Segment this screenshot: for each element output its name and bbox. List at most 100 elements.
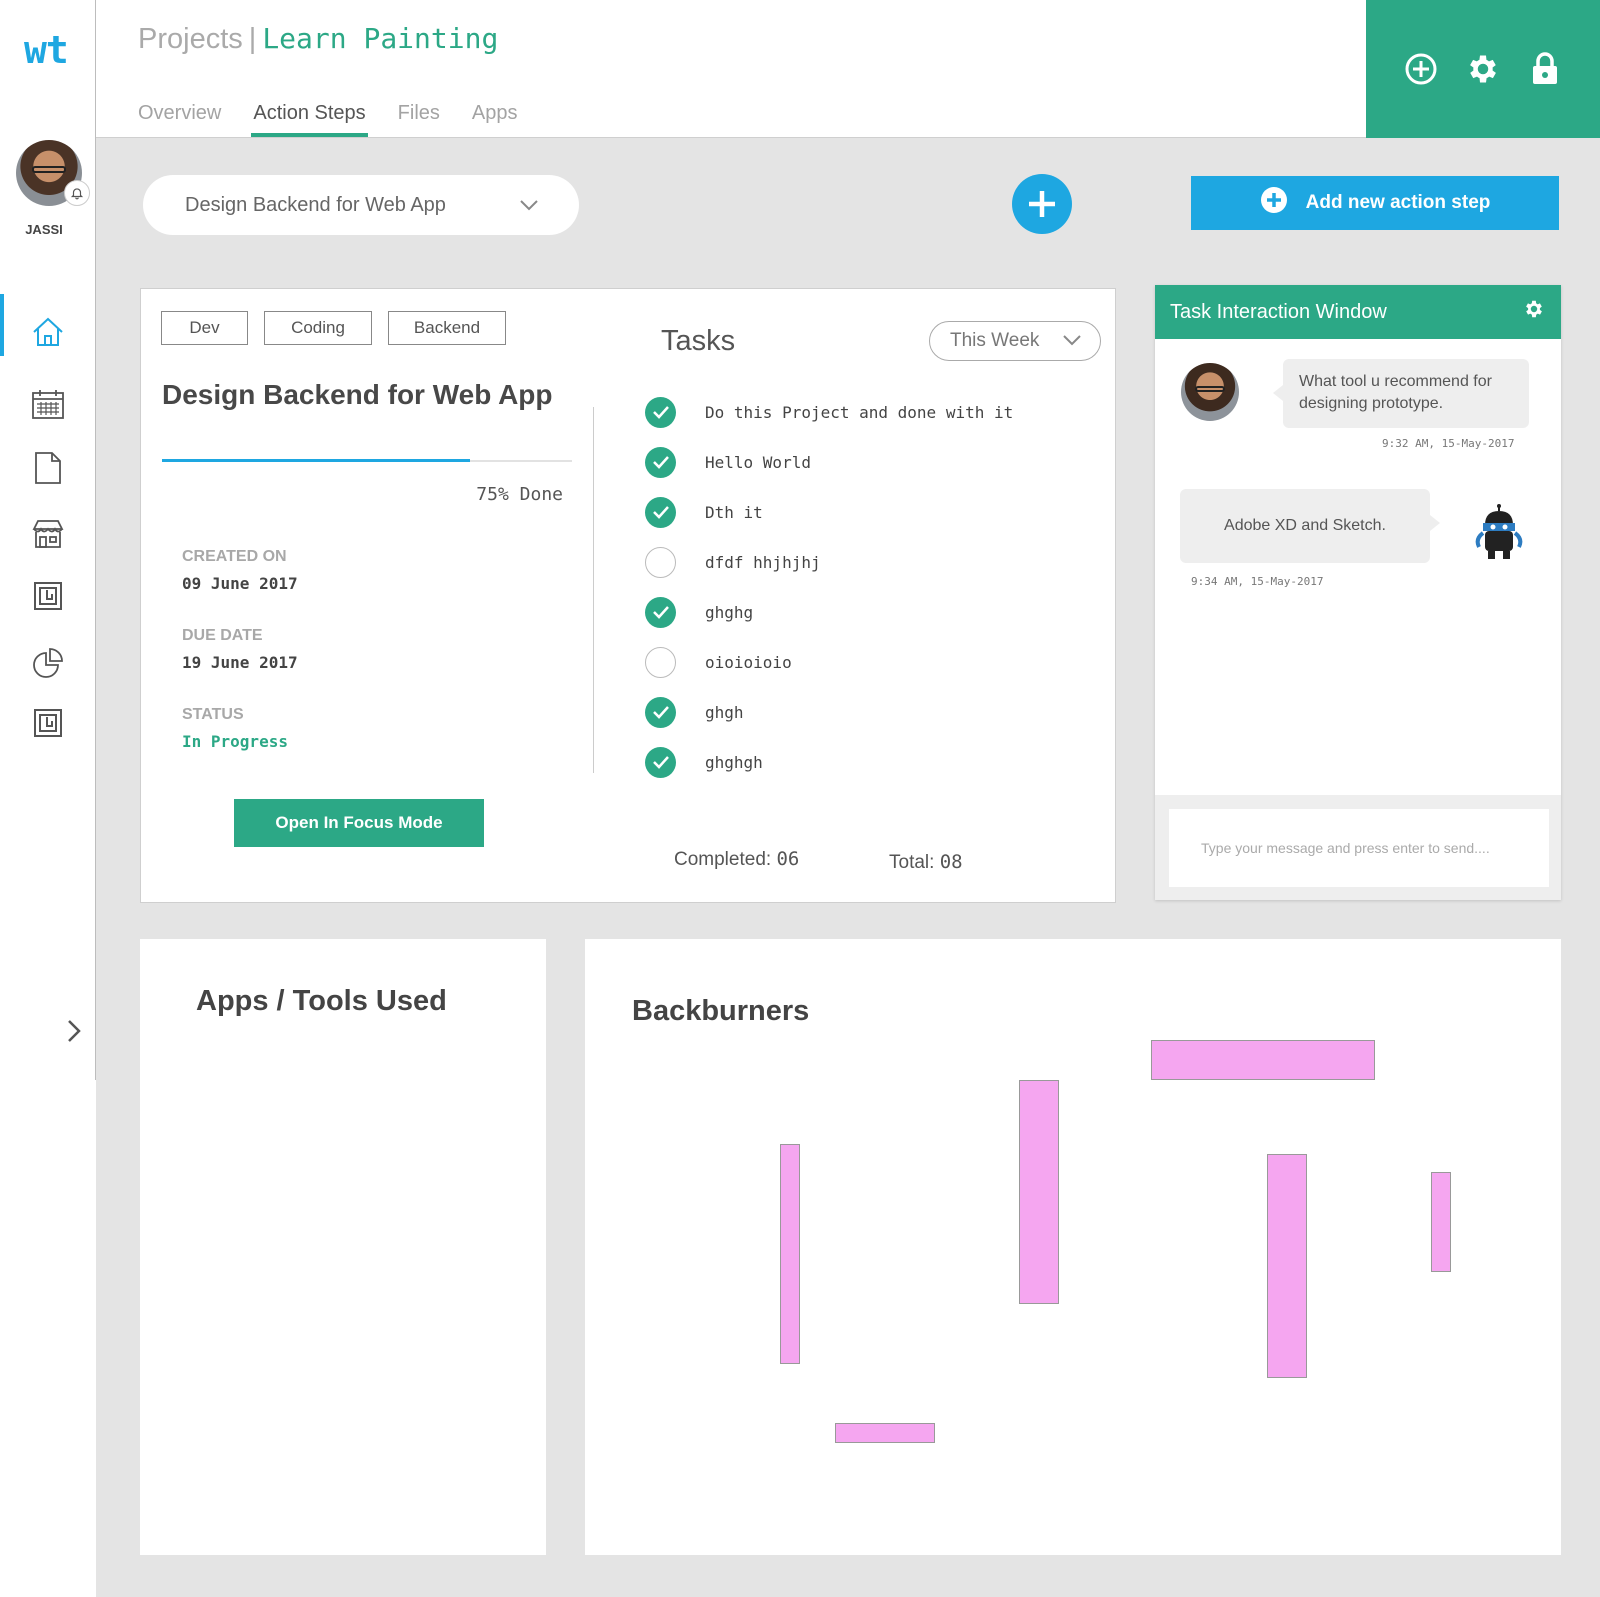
task-item[interactable]: oioioioio: [645, 637, 1013, 687]
completed-count: Completed: 06: [674, 848, 799, 871]
task-item[interactable]: ghghg: [645, 587, 1013, 637]
due-date-value: 19 June 2017: [182, 653, 298, 672]
task-label: dfdf hhjhjhj: [705, 552, 821, 572]
tasks-title: Tasks: [661, 325, 736, 357]
task-item[interactable]: dfdf hhjhjhj: [645, 537, 1013, 587]
status-label: STATUS: [182, 706, 244, 723]
action-step-select[interactable]: Design Backend for Web App: [143, 175, 579, 235]
check-circle-icon[interactable]: [645, 446, 676, 478]
gear-icon[interactable]: [1523, 298, 1545, 326]
breadcrumb-separator: |: [248, 23, 257, 55]
check-circle-icon[interactable]: [645, 746, 676, 778]
tab-overview[interactable]: Overview: [136, 102, 223, 133]
document-icon[interactable]: [30, 450, 66, 486]
frame-icon[interactable]: [30, 705, 66, 741]
chat-message: What tool u recommend for designing prot…: [1273, 359, 1529, 428]
completed-label: Completed:: [674, 849, 772, 870]
backburner-item[interactable]: [1151, 1040, 1375, 1080]
task-label: ghgh: [705, 702, 744, 722]
action-step-card: Dev Coding Backend Design Backend for We…: [140, 288, 1116, 903]
bot-avatar-icon: [1473, 503, 1525, 561]
chat-header: Task Interaction Window: [1155, 285, 1561, 339]
sidebar: wt JASSI: [0, 0, 96, 1080]
calendar-icon[interactable]: [30, 386, 66, 422]
chat-message-input[interactable]: [1169, 809, 1549, 887]
backburners-card: Backburners: [585, 939, 1561, 1555]
open-focus-mode-button[interactable]: Open In Focus Mode: [234, 799, 484, 847]
chat-timestamp: 9:34 AM, 15-May-2017: [1191, 575, 1324, 588]
add-circle-icon[interactable]: [1403, 51, 1439, 87]
chat-message: Adobe XD and Sketch.: [1180, 489, 1440, 563]
tag[interactable]: Backend: [388, 311, 506, 345]
chat-footer: [1155, 795, 1561, 900]
header-actions: [1366, 0, 1600, 138]
avatar: [1181, 363, 1239, 421]
plus-circle-icon: [1260, 186, 1288, 220]
backburners-title: Backburners: [632, 995, 810, 1027]
home-icon[interactable]: [30, 314, 66, 350]
store-icon[interactable]: [30, 516, 66, 552]
due-date-label: DUE DATE: [182, 627, 263, 644]
empty-circle-icon[interactable]: [645, 546, 676, 578]
task-item[interactable]: ghghgh: [645, 737, 1013, 787]
tag-list: Dev Coding Backend: [161, 311, 506, 345]
task-label: ghghg: [705, 602, 754, 622]
apps-tools-card: Apps / Tools Used: [140, 939, 546, 1555]
frame-icon[interactable]: [30, 578, 66, 614]
bell-icon[interactable]: [64, 180, 90, 206]
task-item[interactable]: Hello World: [645, 437, 1013, 487]
progress-bar-fill: [162, 459, 470, 462]
task-label: Hello World: [705, 452, 811, 472]
check-circle-icon[interactable]: [645, 696, 676, 728]
period-select[interactable]: This Week: [929, 321, 1101, 361]
empty-circle-icon[interactable]: [645, 646, 676, 678]
backburner-item[interactable]: [1431, 1172, 1451, 1272]
nav-active-indicator: [0, 294, 4, 356]
tab-files[interactable]: Files: [396, 102, 442, 133]
user-avatar-wrap[interactable]: [16, 140, 90, 206]
lock-icon[interactable]: [1527, 51, 1563, 87]
task-interaction-window: Task Interaction Window What tool u reco…: [1155, 285, 1561, 900]
breadcrumb-projects[interactable]: Projects: [138, 23, 243, 55]
task-item[interactable]: Do this Project and done with it: [645, 387, 1013, 437]
action-step-select-value: Design Backend for Web App: [185, 193, 446, 216]
tag[interactable]: Dev: [161, 311, 248, 345]
backburner-item[interactable]: [1019, 1080, 1059, 1304]
total-label: Total:: [889, 852, 935, 873]
divider: [593, 407, 594, 773]
page-title: Projects | Learn Painting: [138, 22, 498, 56]
task-item[interactable]: Dth it: [645, 487, 1013, 537]
add-action-step-label: Add new action step: [1305, 192, 1491, 213]
task-label: ghghgh: [705, 752, 763, 772]
check-circle-icon[interactable]: [645, 396, 676, 428]
total-count: Total: 08: [889, 851, 963, 874]
chevron-down-icon: [519, 194, 539, 217]
sidebar-footer: [0, 1080, 96, 1597]
task-item[interactable]: ghgh: [645, 687, 1013, 737]
progress-bar: [162, 459, 572, 462]
check-circle-icon[interactable]: [645, 596, 676, 628]
progress-label: 75% Done: [476, 484, 563, 505]
add-round-button[interactable]: [1012, 174, 1072, 234]
tab-action-steps[interactable]: Action Steps: [251, 102, 368, 137]
app-logo[interactable]: wt: [24, 28, 69, 72]
tab-apps[interactable]: Apps: [470, 102, 520, 133]
chevron-down-icon: [1062, 330, 1082, 352]
period-select-value: This Week: [950, 330, 1040, 351]
check-circle-icon[interactable]: [645, 496, 676, 528]
backburner-item[interactable]: [835, 1423, 935, 1443]
tag[interactable]: Coding: [264, 311, 372, 345]
apps-tools-title: Apps / Tools Used: [196, 985, 447, 1017]
task-label: oioioioio: [705, 652, 792, 672]
pie-chart-icon[interactable]: [30, 645, 66, 681]
created-value: 09 June 2017: [182, 574, 298, 593]
chevron-right-icon[interactable]: [62, 1016, 86, 1046]
add-action-step-button[interactable]: Add new action step: [1191, 176, 1559, 230]
backburner-item[interactable]: [780, 1144, 800, 1364]
gear-icon[interactable]: [1465, 51, 1501, 87]
created-label: CREATED ON: [182, 548, 287, 565]
task-label: Do this Project and done with it: [705, 402, 1014, 422]
chat-timestamp: 9:32 AM, 15-May-2017: [1382, 437, 1515, 450]
backburner-item[interactable]: [1267, 1154, 1307, 1378]
action-step-title: Design Backend for Web App: [162, 379, 553, 410]
